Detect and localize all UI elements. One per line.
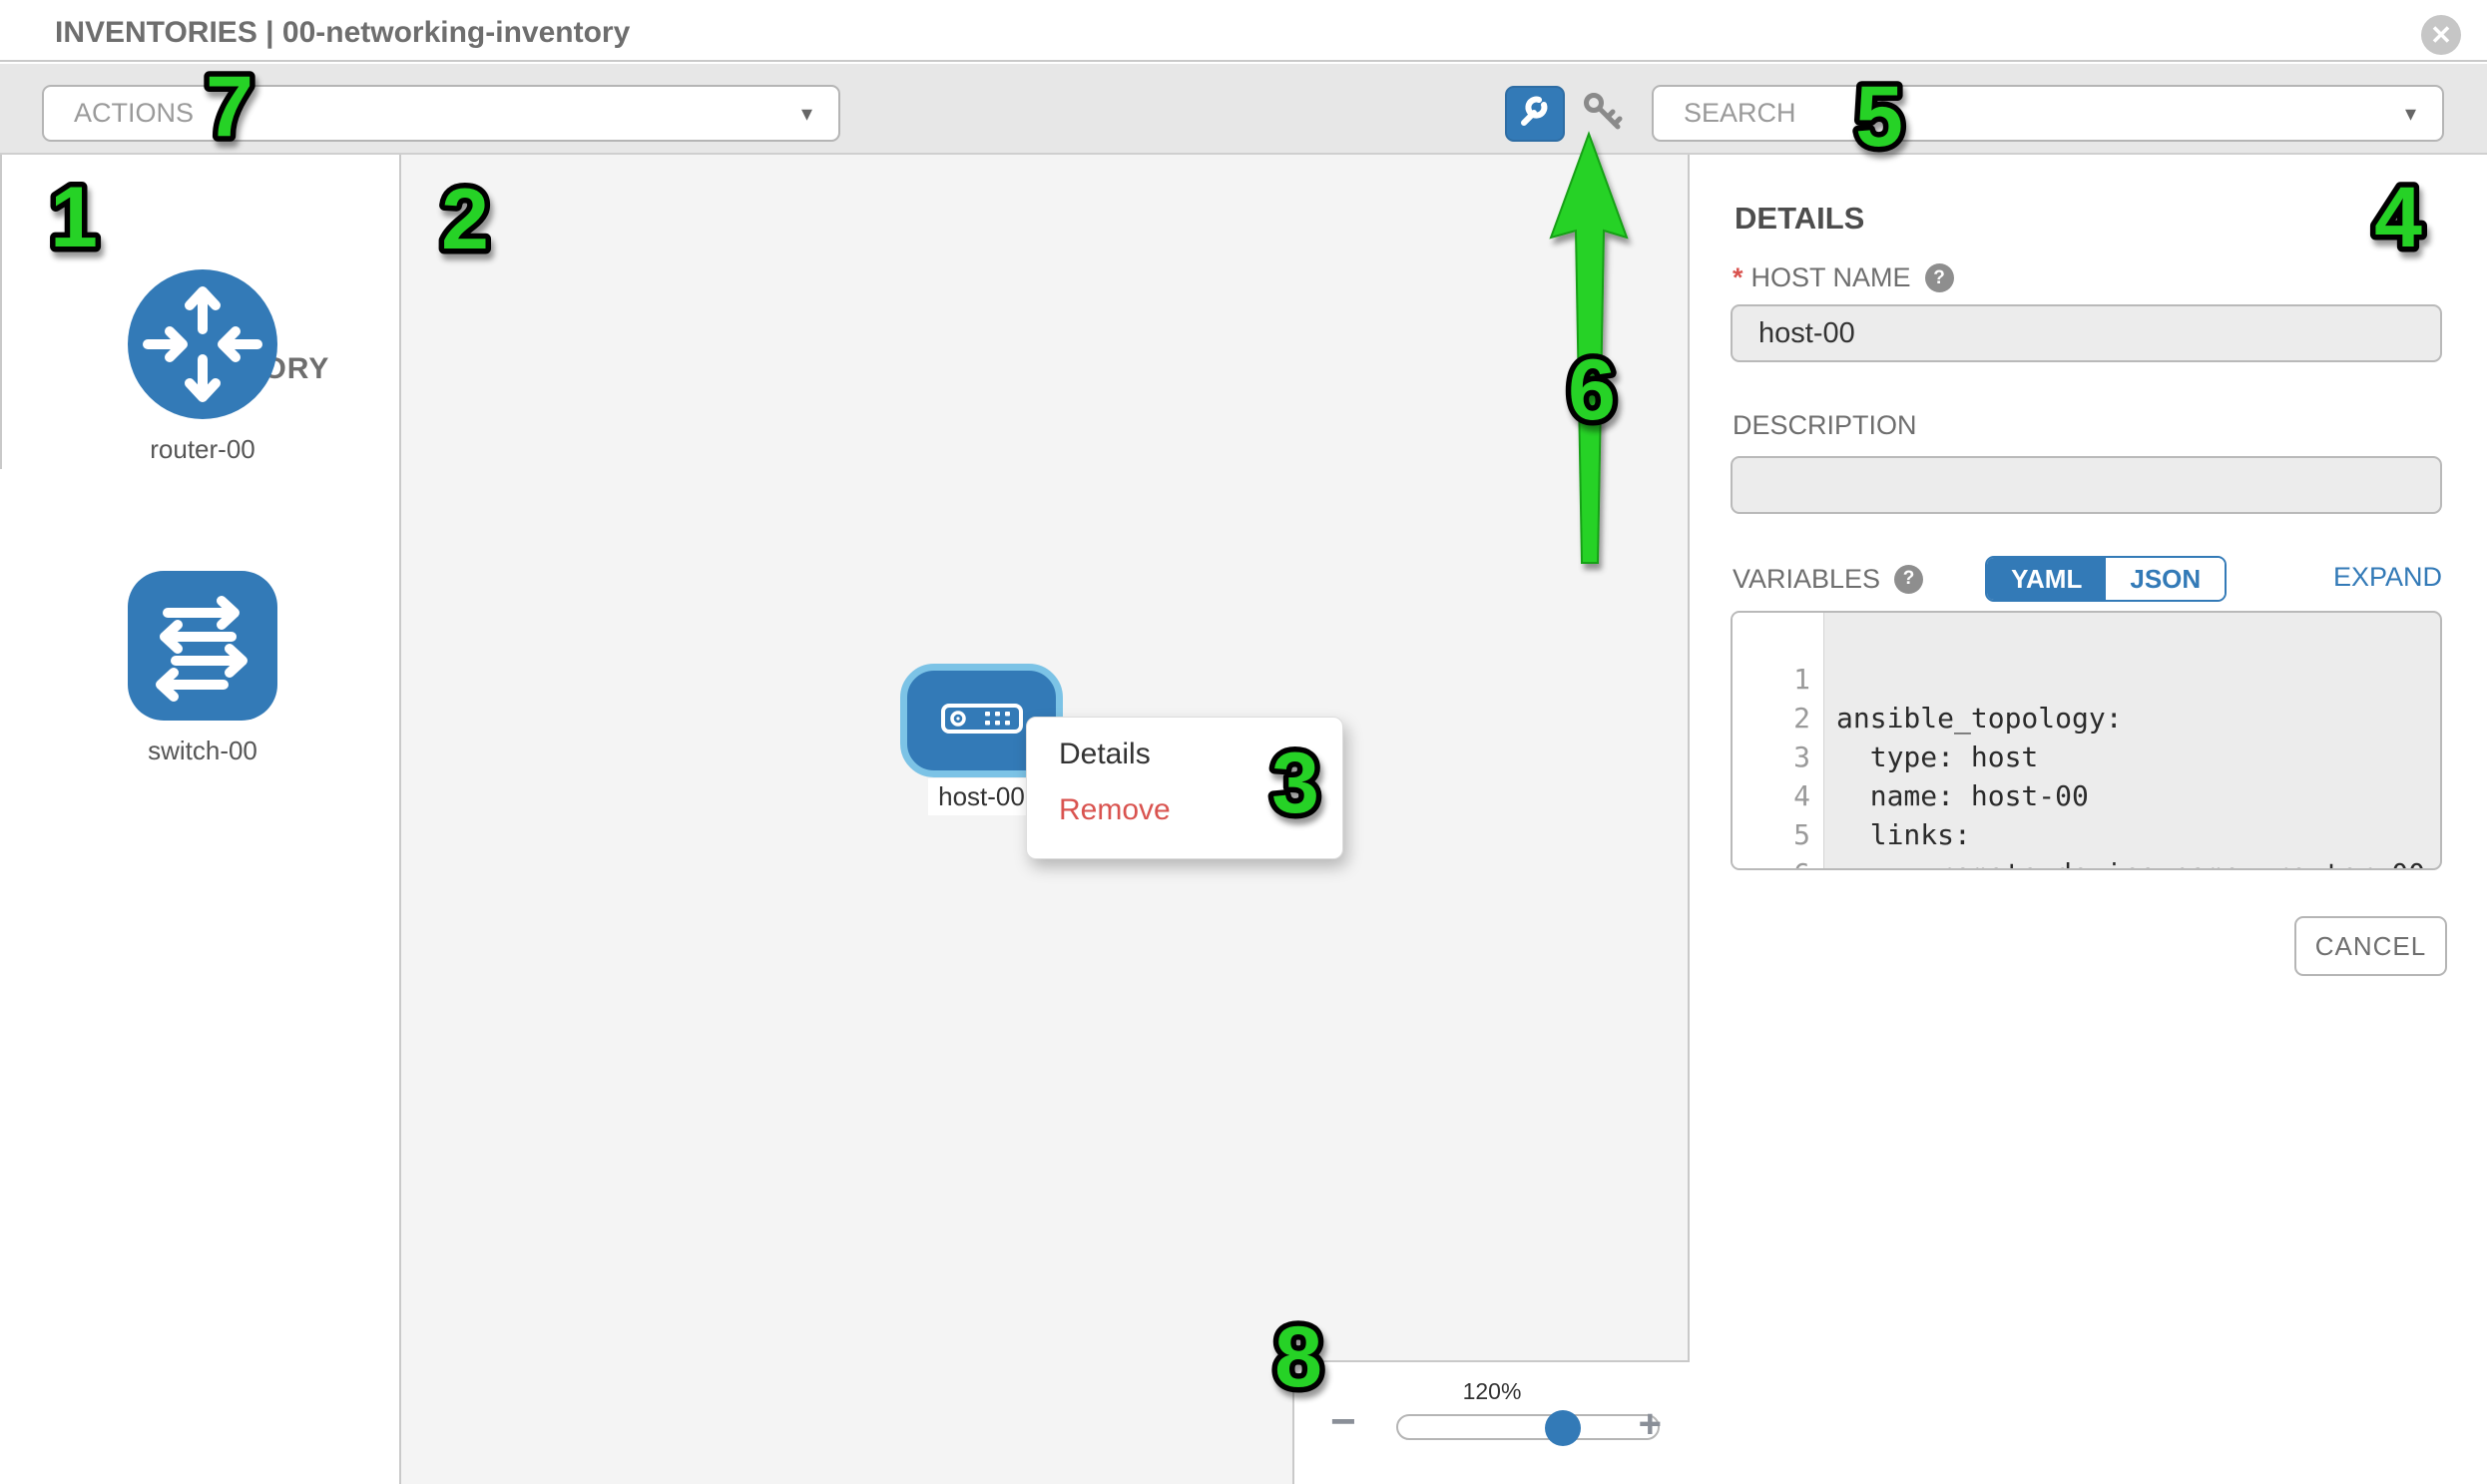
- inventory-topology-app: INVENTORIES | 00-networking-inventory ✕ …: [0, 0, 2487, 1484]
- palette-item-router[interactable]: router-00: [113, 269, 292, 465]
- zoom-slider-thumb[interactable]: [1545, 1410, 1581, 1446]
- context-menu-item-details[interactable]: Details: [1059, 740, 1342, 769]
- variables-format-toggle: YAML JSON: [1985, 556, 2227, 602]
- host-icon: [941, 704, 1023, 739]
- chevron-down-icon: ▾: [2405, 101, 2416, 127]
- key-icon: [1582, 91, 1626, 138]
- chevron-down-icon: ▾: [801, 101, 812, 127]
- expand-link[interactable]: EXPAND: [2333, 562, 2442, 593]
- zoom-out-button[interactable]: −: [1330, 1400, 1356, 1444]
- toggle-json[interactable]: JSON: [2106, 558, 2225, 600]
- cancel-button[interactable]: CANCEL: [2294, 916, 2447, 976]
- router-icon: [128, 406, 277, 423]
- required-marker: *: [1733, 262, 1743, 293]
- sidebar-scroll-edge: [0, 155, 2, 469]
- wrench-icon: [1517, 94, 1553, 135]
- description-label: DESCRIPTION: [1733, 410, 1917, 440]
- help-icon[interactable]: ?: [1894, 565, 1923, 594]
- configure-tool-button[interactable]: [1505, 86, 1565, 142]
- palette-item-switch[interactable]: switch-00: [113, 571, 292, 766]
- close-icon[interactable]: ✕: [2421, 15, 2461, 55]
- toggle-yaml[interactable]: YAML: [1987, 558, 2106, 600]
- header-bar: INVENTORIES | 00-networking-inventory ✕: [0, 0, 2487, 62]
- zoom-in-button[interactable]: +: [1639, 1404, 1662, 1444]
- actions-dropdown[interactable]: ACTIONS ▾: [42, 85, 840, 142]
- zoom-slider-track[interactable]: [1396, 1414, 1660, 1440]
- zoom-control-panel: 120% − +: [1292, 1360, 1690, 1484]
- context-menu-item-remove[interactable]: Remove: [1059, 795, 1342, 825]
- palette-item-label: router-00: [113, 434, 292, 465]
- host-name-label: HOST NAME: [1751, 262, 1911, 293]
- search-dropdown-placeholder: SEARCH: [1684, 98, 1796, 129]
- help-icon[interactable]: ?: [1925, 263, 1954, 292]
- page-title: INVENTORIES | 00-networking-inventory: [55, 16, 630, 50]
- description-label-row: DESCRIPTION: [1733, 410, 1917, 441]
- host-name-label-row: * HOST NAME ?: [1733, 262, 1954, 293]
- search-dropdown[interactable]: SEARCH ▾: [1652, 85, 2444, 142]
- host-name-input[interactable]: [1731, 304, 2442, 362]
- description-input[interactable]: [1731, 456, 2442, 514]
- variables-label: VARIABLES: [1733, 564, 1880, 595]
- actions-dropdown-placeholder: ACTIONS: [74, 98, 194, 129]
- variables-code-editor[interactable]: 1 ansible_topology: 2 type: host 3 name:…: [1731, 611, 2442, 870]
- toolbar: ACTIONS ▾: [0, 64, 2487, 155]
- palette-item-label: switch-00: [113, 736, 292, 766]
- details-panel: DETAILS * HOST NAME ? DESCRIPTION VARIAB…: [1692, 155, 2487, 1484]
- details-panel-heading: DETAILS: [1735, 201, 1864, 237]
- topology-canvas[interactable]: host-00 Details Remove 120% − +: [399, 155, 1690, 1484]
- switch-icon: [128, 708, 277, 725]
- key-button[interactable]: [1581, 92, 1627, 136]
- node-context-menu: Details Remove: [1026, 717, 1343, 859]
